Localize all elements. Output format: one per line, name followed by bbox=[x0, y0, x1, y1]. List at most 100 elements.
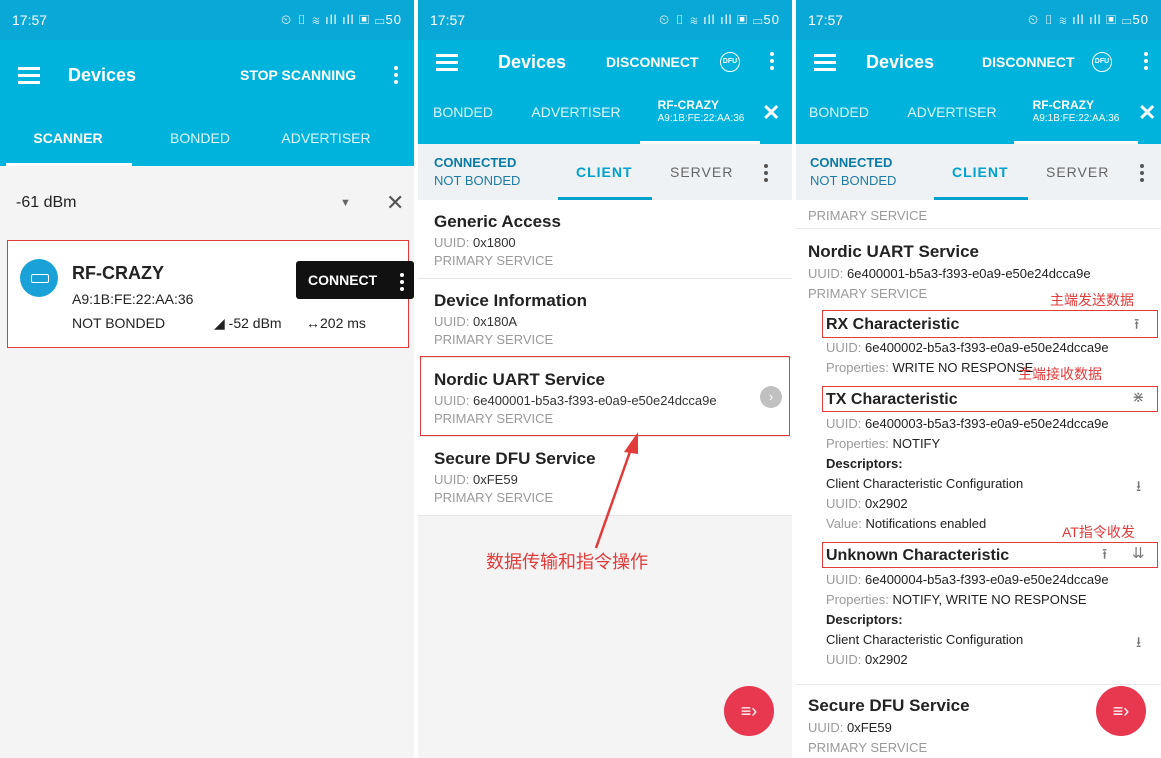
rssi-filter[interactable]: -61 dBm ▼ ✕ bbox=[0, 178, 414, 228]
device-mac: A9:1B:FE:22:AA:36 bbox=[72, 291, 194, 307]
rx-properties: WRITE NO RESPONSE bbox=[892, 360, 1034, 375]
uuid-label: UUID: bbox=[826, 496, 862, 511]
uuid-label: UUID: bbox=[826, 416, 862, 431]
tx-uuid: 6e400003-b5a3-f393-e0a9-e50e24dcca9e bbox=[865, 416, 1109, 431]
tab-bar: BONDED ADVERTISER RF-CRAZY A9:1B:FE:22:AA… bbox=[796, 84, 1161, 144]
write-icon[interactable]: ⭱ bbox=[1134, 314, 1139, 339]
unknown-properties: NOTIFY, WRITE NO RESPONSE bbox=[892, 592, 1087, 607]
clear-filter-icon[interactable]: ✕ bbox=[386, 190, 404, 216]
unknown-annotation: AT指令收发 bbox=[1062, 524, 1135, 540]
notify-disabled-icon[interactable]: ⋇ bbox=[1132, 388, 1145, 406]
next-service-uuid: 0xFE59 bbox=[847, 720, 892, 735]
app-title: Devices bbox=[68, 64, 137, 85]
status-time: 17:57 bbox=[808, 12, 844, 28]
tab-advertiser[interactable]: ADVERTISER bbox=[266, 110, 386, 166]
overflow-menu-icon[interactable] bbox=[1144, 52, 1148, 73]
characteristics-screen: 17:57 ⏲ ▯ ≋ ıll ıll ▣ ▭50 Devices DISCON… bbox=[796, 0, 1161, 758]
dropdown-arrow-icon[interactable]: ▼ bbox=[340, 197, 351, 209]
connected-label: CONNECTED bbox=[810, 155, 893, 170]
device-type-icon bbox=[20, 259, 58, 297]
tab-connected-device[interactable]: RF-CRAZY A9:1B:FE:22:AA:36 bbox=[1018, 84, 1134, 140]
rx-annotation: 主端发送数据 bbox=[1050, 292, 1134, 308]
connection-bar: CONNECTED NOT BONDED CLIENT SERVER bbox=[796, 144, 1161, 200]
value-label: Value: bbox=[826, 516, 862, 531]
screenshot-collage: 17:57 ⏲ ▯ ≋ ıll ıll ▣ ▭50 Devices STOP S… bbox=[0, 0, 1161, 758]
descriptor-value: Notifications enabled bbox=[865, 516, 987, 531]
service-name: Nordic UART Service bbox=[808, 242, 979, 261]
descriptors-label: Descriptors: bbox=[826, 456, 903, 471]
properties-label: Properties: bbox=[826, 592, 889, 607]
device-card[interactable]: RF-CRAZY A9:1B:FE:22:AA:36 NOT BONDED ◢ … bbox=[7, 240, 414, 348]
device-overflow-icon[interactable] bbox=[400, 273, 404, 294]
menu-icon[interactable] bbox=[814, 54, 836, 71]
divider bbox=[796, 228, 1161, 229]
tab-scanner[interactable]: SCANNER bbox=[0, 110, 136, 166]
dfu-icon[interactable]: DFU bbox=[1092, 52, 1112, 72]
status-icons: ⏲ ▯ ≋ ıll ıll ▣ ▭50 bbox=[1027, 12, 1149, 27]
close-device-icon[interactable]: ✕ bbox=[1138, 100, 1156, 126]
device-rssi: ◢ -52 dBm bbox=[214, 315, 282, 331]
divider bbox=[796, 684, 1161, 685]
tab-bonded[interactable]: BONDED bbox=[150, 110, 250, 166]
descriptors-label: Descriptors: bbox=[826, 612, 903, 627]
uuid-label: UUID: bbox=[808, 720, 844, 735]
status-bar: 17:57 ⏲ ▯ ≋ ıll ıll ▣ ▭50 bbox=[0, 0, 414, 40]
uuid-label: UUID: bbox=[826, 572, 862, 587]
app-bar: Devices DISCONNECT DFU bbox=[796, 40, 1161, 84]
device-interval: ↔202 ms bbox=[306, 315, 366, 331]
service-type-top: PRIMARY SERVICE bbox=[808, 208, 928, 223]
service-uuid: 6e400001-b5a3-f393-e0a9-e50e24dcca9e bbox=[847, 266, 1091, 281]
connect-button[interactable]: CONNECT bbox=[296, 261, 414, 299]
uuid-label: UUID: bbox=[826, 652, 862, 667]
read-descriptor-icon[interactable]: ⭳ bbox=[1136, 476, 1141, 501]
connection-state: CONNECTED NOT BONDED bbox=[810, 154, 896, 190]
device-name: RF-CRAZY bbox=[72, 263, 164, 283]
device-bond-state: NOT BONDED bbox=[72, 315, 166, 331]
app-bar: Devices STOP SCANNING bbox=[0, 40, 414, 110]
descriptor-uuid: 0x2902 bbox=[865, 652, 908, 667]
rx-characteristic-name: RX Characteristic bbox=[826, 316, 960, 333]
connected-device-name: RF-CRAZY bbox=[1032, 98, 1094, 112]
log-fab-button[interactable]: ≡› bbox=[724, 686, 774, 736]
write-icon[interactable]: ⭱ bbox=[1102, 544, 1107, 569]
client-overflow-icon[interactable] bbox=[1140, 164, 1144, 185]
tab-indicator bbox=[6, 163, 132, 166]
connected-device-mac: A9:1B:FE:22:AA:36 bbox=[1032, 113, 1120, 124]
status-bar: 17:57 ⏲ ▯ ≋ ıll ıll ▣ ▭50 bbox=[796, 0, 1161, 40]
tab-client[interactable]: CLIENT bbox=[952, 144, 1009, 200]
descriptor-name: Client Characteristic Configuration bbox=[826, 476, 1024, 491]
tab-server[interactable]: SERVER bbox=[1046, 144, 1109, 200]
unknown-uuid: 6e400004-b5a3-f393-e0a9-e50e24dcca9e bbox=[865, 572, 1109, 587]
connect-label: CONNECT bbox=[308, 272, 378, 288]
bond-label: NOT BONDED bbox=[810, 173, 897, 188]
unknown-characteristic-name: Unknown Characteristic bbox=[826, 547, 1010, 564]
disconnect-button[interactable]: DISCONNECT bbox=[982, 54, 1075, 70]
status-time: 17:57 bbox=[12, 12, 48, 28]
annotation-label: 数据传输和指令操作 bbox=[486, 552, 648, 572]
stop-scanning-button[interactable]: STOP SCANNING bbox=[240, 67, 356, 83]
tx-annotation: 主端接收数据 bbox=[1018, 366, 1102, 382]
menu-icon[interactable] bbox=[18, 67, 40, 84]
annotation-arrow bbox=[594, 432, 638, 549]
descriptor-name: Client Characteristic Configuration bbox=[826, 632, 1024, 647]
notify-icon[interactable]: ⇊ bbox=[1132, 544, 1145, 562]
uuid-label: UUID: bbox=[826, 340, 862, 355]
next-service-type: PRIMARY SERVICE bbox=[808, 740, 928, 755]
status-icons: ⏲ ▯ ≋ ıll ıll ▣ ▭50 bbox=[280, 12, 402, 27]
scanner-screen: 17:57 ⏲ ▯ ≋ ıll ıll ▣ ▭50 Devices STOP S… bbox=[0, 0, 414, 758]
tab-bonded[interactable]: BONDED bbox=[796, 84, 882, 140]
log-fab-button[interactable]: ≡› bbox=[1096, 686, 1146, 736]
tab-bar: SCANNER BONDED ADVERTISER bbox=[0, 110, 414, 166]
overflow-menu-icon[interactable] bbox=[394, 66, 398, 87]
services-screen: 17:57 ⏲ ▯ ≋ ıll ıll ▣ ▭50 Devices DISCON… bbox=[418, 0, 792, 758]
tx-characteristic-name: TX Characteristic bbox=[826, 391, 958, 408]
rx-uuid: 6e400002-b5a3-f393-e0a9-e50e24dcca9e bbox=[865, 340, 1109, 355]
next-service-name: Secure DFU Service bbox=[808, 696, 970, 715]
rssi-filter-value: -61 dBm bbox=[16, 194, 77, 211]
properties-label: Properties: bbox=[826, 436, 889, 451]
service-type: PRIMARY SERVICE bbox=[808, 286, 928, 301]
descriptor-uuid: 0x2902 bbox=[865, 496, 908, 511]
properties-label: Properties: bbox=[826, 360, 889, 375]
tab-advertiser[interactable]: ADVERTISER bbox=[902, 84, 1002, 140]
read-descriptor-icon[interactable]: ⭳ bbox=[1136, 632, 1141, 657]
